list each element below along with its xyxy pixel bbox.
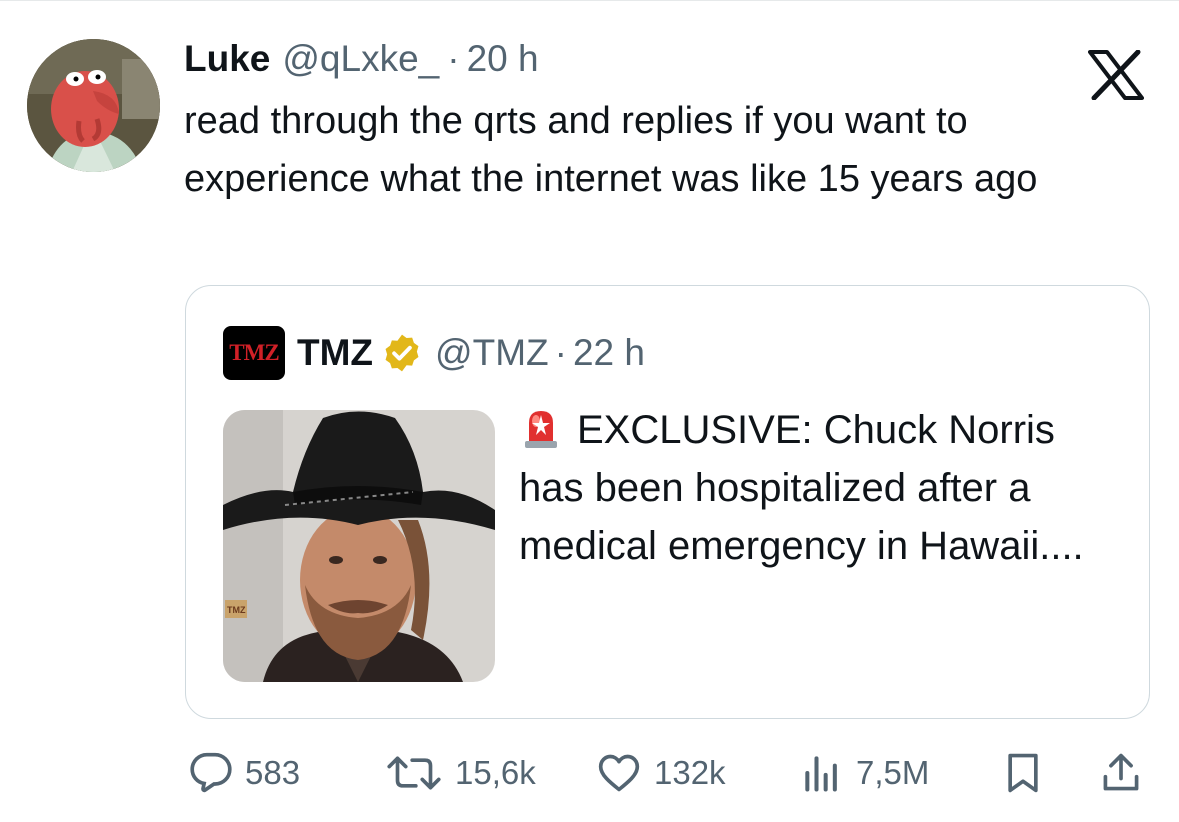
chuck-norris-photo: TMZ bbox=[223, 410, 495, 682]
repost-button[interactable]: 15,6k bbox=[385, 745, 536, 801]
bookmark-button[interactable] bbox=[1001, 745, 1045, 801]
tmz-avatar[interactable]: TMZ bbox=[223, 326, 285, 380]
reply-count: 583 bbox=[245, 754, 301, 791]
avatar[interactable] bbox=[27, 39, 160, 172]
share-icon bbox=[1103, 753, 1139, 791]
tweet-action-bar: 583 15,6k 132k 7,5M bbox=[0, 745, 1179, 801]
image-watermark: TMZ bbox=[227, 605, 246, 615]
author-name[interactable]: Luke bbox=[184, 38, 270, 80]
quoted-author-name[interactable]: TMZ bbox=[297, 332, 373, 374]
tweet-timestamp[interactable]: 20 h bbox=[467, 38, 539, 80]
quoted-author-handle[interactable]: @TMZ bbox=[435, 332, 549, 374]
like-button[interactable]: 132k bbox=[596, 745, 726, 801]
avatar-image bbox=[27, 39, 160, 172]
bookmark-icon bbox=[1008, 753, 1038, 793]
quoted-tweet-image[interactable]: TMZ bbox=[223, 410, 495, 682]
repost-icon bbox=[387, 756, 441, 790]
repost-count: 15,6k bbox=[455, 754, 536, 791]
quoted-tweet-text: EXCLUSIVE: Chuck Norris has been hospita… bbox=[519, 401, 1129, 575]
views-button[interactable]: 7,5M bbox=[800, 745, 929, 801]
tweet-text: read through the qrts and replies if you… bbox=[184, 100, 1038, 200]
heart-icon bbox=[598, 754, 640, 792]
quoted-tweet-card[interactable]: TMZ TMZ @TMZ · 22 h TMZ EXCLUSIVE: Chuck… bbox=[185, 285, 1150, 719]
like-count: 132k bbox=[654, 754, 726, 791]
share-button[interactable] bbox=[1099, 745, 1143, 801]
quoted-tweet-timestamp[interactable]: 22 h bbox=[573, 332, 645, 374]
reply-button[interactable]: 583 bbox=[189, 745, 300, 801]
siren-emoji-icon bbox=[525, 411, 557, 448]
verified-badge-icon bbox=[385, 334, 419, 372]
views-count: 7,5M bbox=[856, 754, 930, 791]
separator-dot: · bbox=[447, 38, 460, 79]
quoted-tweet-text-content: EXCLUSIVE: Chuck Norris has been hospita… bbox=[519, 408, 1084, 568]
author-handle[interactable]: @qLxke_ bbox=[282, 38, 439, 80]
separator-dot: · bbox=[554, 332, 567, 373]
views-chart-icon bbox=[805, 756, 837, 792]
quoted-tweet-header: TMZ TMZ @TMZ · 22 h bbox=[223, 326, 645, 380]
top-divider bbox=[0, 0, 1179, 1]
reply-icon bbox=[190, 752, 232, 793]
tweet-header: Luke @qLxke_ · 20 h bbox=[184, 38, 539, 86]
